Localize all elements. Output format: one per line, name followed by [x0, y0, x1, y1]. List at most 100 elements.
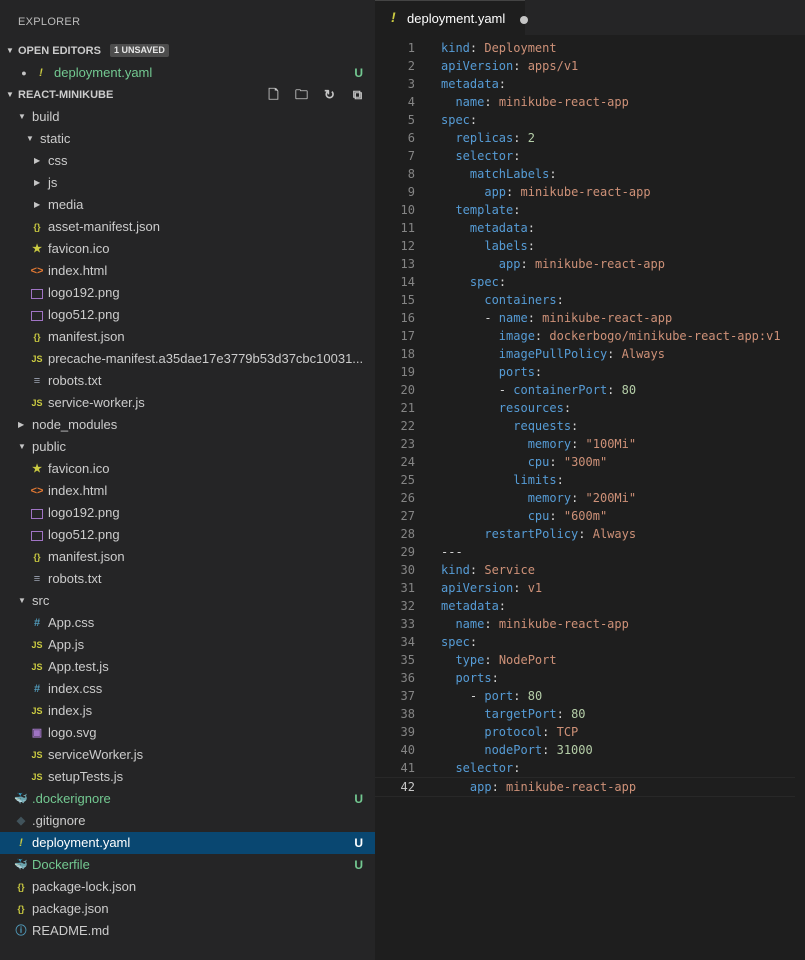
code-line[interactable]: 9 app: minikube-react-app: [375, 183, 795, 201]
tree-file[interactable]: JS serviceWorker.js: [0, 744, 375, 766]
code-line[interactable]: 41 selector:: [375, 759, 795, 777]
code-line[interactable]: 18 imagePullPolicy: Always: [375, 345, 795, 363]
code-line[interactable]: 40 nodePort: 31000: [375, 741, 795, 759]
code-line[interactable]: 10 template:: [375, 201, 795, 219]
code-line[interactable]: 31 apiVersion: v1: [375, 579, 795, 597]
tree-folder[interactable]: ▼ static: [0, 128, 375, 150]
code-line[interactable]: 2 apiVersion: apps/v1: [375, 57, 795, 75]
code-line[interactable]: 25 limits:: [375, 471, 795, 489]
unsaved-dot-icon[interactable]: [520, 16, 528, 24]
tree-folder[interactable]: ▶ css: [0, 150, 375, 172]
code-line[interactable]: 24 cpu: "300m": [375, 453, 795, 471]
chevron-right-icon[interactable]: ▶: [34, 150, 40, 172]
code-line[interactable]: 5 spec:: [375, 111, 795, 129]
code-text: memory: "200Mi": [441, 489, 636, 507]
new-folder-icon[interactable]: 🗀: [292, 84, 311, 106]
refresh-icon[interactable]: ↻: [320, 84, 339, 106]
code-line[interactable]: 35 type: NodePort: [375, 651, 795, 669]
code-line[interactable]: 16 - name: minikube-react-app: [375, 309, 795, 327]
code-line[interactable]: 36 ports:: [375, 669, 795, 687]
tree-file[interactable]: ! deployment.yaml U: [0, 832, 375, 854]
chevron-down-icon[interactable]: ▼: [18, 590, 26, 612]
tree-file[interactable]: logo192.png: [0, 502, 375, 524]
tree-file[interactable]: {} asset-manifest.json: [0, 216, 375, 238]
chevron-right-icon[interactable]: ▶: [18, 414, 24, 436]
tree-file[interactable]: logo512.png: [0, 304, 375, 326]
chevron-right-icon[interactable]: ▶: [34, 172, 40, 194]
tree-file[interactable]: ≡ robots.txt: [0, 568, 375, 590]
code-line[interactable]: 7 selector:: [375, 147, 795, 165]
new-file-icon[interactable]: 🗋: [264, 84, 283, 106]
tree-file[interactable]: JS setupTests.js: [0, 766, 375, 788]
tree-file[interactable]: JS App.js: [0, 634, 375, 656]
tree-file[interactable]: JS index.js: [0, 700, 375, 722]
code-line[interactable]: 32 metadata:: [375, 597, 795, 615]
chevron-right-icon[interactable]: ▶: [34, 194, 40, 216]
code-line[interactable]: 21 resources:: [375, 399, 795, 417]
tree-file[interactable]: ◆ .gitignore: [0, 810, 375, 832]
tree-file[interactable]: {} manifest.json: [0, 326, 375, 348]
open-editor-item[interactable]: ● ! deployment.yaml U: [0, 62, 375, 84]
tree-file[interactable]: ⓘ README.md: [0, 920, 375, 942]
tree-file[interactable]: {} manifest.json: [0, 546, 375, 568]
tree-file[interactable]: # App.css: [0, 612, 375, 634]
chevron-down-icon[interactable]: ▼: [18, 436, 26, 458]
open-editors-header[interactable]: ▼ OPEN EDITORS 1 UNSAVED: [0, 40, 375, 62]
code-line[interactable]: 33 name: minikube-react-app: [375, 615, 795, 633]
chevron-down-icon[interactable]: ▼: [26, 128, 34, 150]
tree-file[interactable]: JS service-worker.js: [0, 392, 375, 414]
code-line[interactable]: 15 containers:: [375, 291, 795, 309]
code-line[interactable]: 22 requests:: [375, 417, 795, 435]
project-header[interactable]: ▼ REACT-MINIKUBE 🗋 🗀 ↻ ⧉: [0, 84, 375, 106]
code-line[interactable]: 3 metadata:: [375, 75, 795, 93]
code-line[interactable]: 27 cpu: "600m": [375, 507, 795, 525]
tree-file[interactable]: <> index.html: [0, 480, 375, 502]
code-line[interactable]: 6 replicas: 2: [375, 129, 795, 147]
unsaved-dot-icon[interactable]: ●: [17, 62, 31, 84]
code-line[interactable]: 8 matchLabels:: [375, 165, 795, 183]
tree-file[interactable]: # index.css: [0, 678, 375, 700]
tree-folder[interactable]: ▼ src: [0, 590, 375, 612]
tree-file[interactable]: <> index.html: [0, 260, 375, 282]
tree-file[interactable]: logo512.png: [0, 524, 375, 546]
tree-file[interactable]: {} package-lock.json: [0, 876, 375, 898]
tree-folder[interactable]: ▶ media: [0, 194, 375, 216]
code-line[interactable]: 11 metadata:: [375, 219, 795, 237]
tree-file[interactable]: 🐳 .dockerignore U: [0, 788, 375, 810]
tree-file[interactable]: ★ favicon.ico: [0, 458, 375, 480]
tree-file[interactable]: ≡ robots.txt: [0, 370, 375, 392]
code-line[interactable]: 42 app: minikube-react-app: [375, 777, 795, 797]
code-line[interactable]: 20 - containerPort: 80: [375, 381, 795, 399]
tree-file[interactable]: 🐳 Dockerfile U: [0, 854, 375, 876]
tree-file[interactable]: ▣ logo.svg: [0, 722, 375, 744]
tree-folder[interactable]: ▶ js: [0, 172, 375, 194]
code-line[interactable]: 14 spec:: [375, 273, 795, 291]
code-line[interactable]: 12 labels:: [375, 237, 795, 255]
code-line[interactable]: 34 spec:: [375, 633, 795, 651]
tree-folder[interactable]: ▶ node_modules: [0, 414, 375, 436]
code-line[interactable]: 17 image: dockerbogo/minikube-react-app:…: [375, 327, 795, 345]
tree-folder[interactable]: ▼ build: [0, 106, 375, 128]
code-line[interactable]: 4 name: minikube-react-app: [375, 93, 795, 111]
code-line[interactable]: 39 protocol: TCP: [375, 723, 795, 741]
code-line[interactable]: 13 app: minikube-react-app: [375, 255, 795, 273]
code-line[interactable]: 38 targetPort: 80: [375, 705, 795, 723]
tree-item-label: css: [48, 153, 68, 168]
code-line[interactable]: 23 memory: "100Mi": [375, 435, 795, 453]
chevron-down-icon[interactable]: ▼: [18, 106, 26, 128]
tree-file[interactable]: JS App.test.js: [0, 656, 375, 678]
tree-file[interactable]: logo192.png: [0, 282, 375, 304]
code-line[interactable]: 28 restartPolicy: Always: [375, 525, 795, 543]
code-line[interactable]: 37 - port: 80: [375, 687, 795, 705]
tree-folder[interactable]: ▼ public: [0, 436, 375, 458]
collapse-all-icon[interactable]: ⧉: [348, 84, 367, 106]
tab-deployment-yaml[interactable]: ! deployment.yaml: [375, 0, 528, 36]
code-line[interactable]: 26 memory: "200Mi": [375, 489, 795, 507]
code-line[interactable]: 29 ---: [375, 543, 795, 561]
tree-file[interactable]: {} package.json: [0, 898, 375, 920]
code-line[interactable]: 19 ports:: [375, 363, 795, 381]
tree-file[interactable]: ★ favicon.ico: [0, 238, 375, 260]
code-line[interactable]: 1 kind: Deployment: [375, 39, 795, 57]
tree-file[interactable]: JS precache-manifest.a35dae17e3779b53d37c…: [0, 348, 375, 370]
code-line[interactable]: 30 kind: Service: [375, 561, 795, 579]
